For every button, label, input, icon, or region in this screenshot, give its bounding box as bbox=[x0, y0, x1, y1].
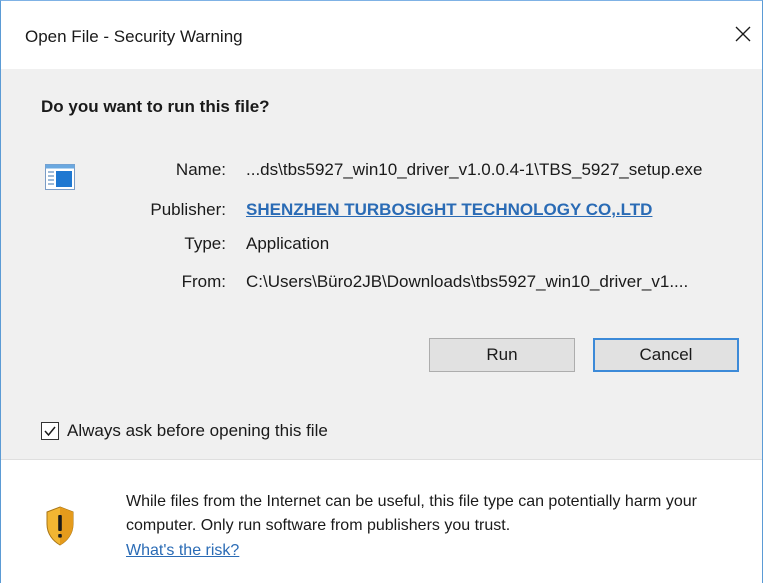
checkmark-icon bbox=[44, 426, 56, 437]
close-button[interactable] bbox=[728, 19, 758, 49]
window-title: Open File - Security Warning bbox=[25, 27, 243, 46]
type-value: Application bbox=[246, 234, 330, 253]
close-icon bbox=[735, 26, 751, 42]
security-warning-dialog: Open File - Security Warning Do you want… bbox=[0, 0, 763, 583]
warning-message: While files from the Internet can be use… bbox=[126, 493, 697, 534]
cancel-button[interactable]: Cancel bbox=[593, 338, 739, 372]
from-value: C:\Users\Büro2JB\Downloads\tbs5927_win10… bbox=[246, 272, 689, 291]
run-button[interactable]: Run bbox=[429, 338, 575, 372]
file-name-label: Name: bbox=[175, 160, 226, 179]
file-name-value: ...ds\tbs5927_win10_driver_v1.0.0.4-1\TB… bbox=[246, 160, 703, 179]
publisher-label: Publisher: bbox=[150, 200, 226, 219]
file-name-row: Name: ...ds\tbs5927_win10_driver_v1.0.0.… bbox=[1, 160, 762, 184]
type-row: Type: Application bbox=[1, 234, 762, 258]
always-ask-option[interactable]: Always ask before opening this file bbox=[41, 419, 328, 443]
warning-footer: While files from the Internet can be use… bbox=[1, 459, 762, 583]
type-label: Type: bbox=[184, 234, 226, 253]
whats-the-risk-link[interactable]: What's the risk? bbox=[126, 542, 239, 560]
prompt-question: Do you want to run this file? bbox=[41, 97, 270, 116]
warning-shield-icon bbox=[46, 506, 74, 546]
from-row: From: C:\Users\Büro2JB\Downloads\tbs5927… bbox=[1, 272, 762, 296]
always-ask-checkbox[interactable] bbox=[41, 422, 59, 440]
from-label: From: bbox=[181, 272, 226, 291]
dialog-content: Do you want to run this file? Name: ...d… bbox=[1, 69, 762, 459]
publisher-link[interactable]: SHENZHEN TURBOSIGHT TECHNOLOGY CO,.LTD bbox=[246, 200, 652, 220]
always-ask-label: Always ask before opening this file bbox=[67, 421, 328, 440]
title-bar: Open File - Security Warning bbox=[1, 1, 762, 69]
publisher-row: Publisher: SHENZHEN TURBOSIGHT TECHNOLOG… bbox=[1, 200, 762, 224]
